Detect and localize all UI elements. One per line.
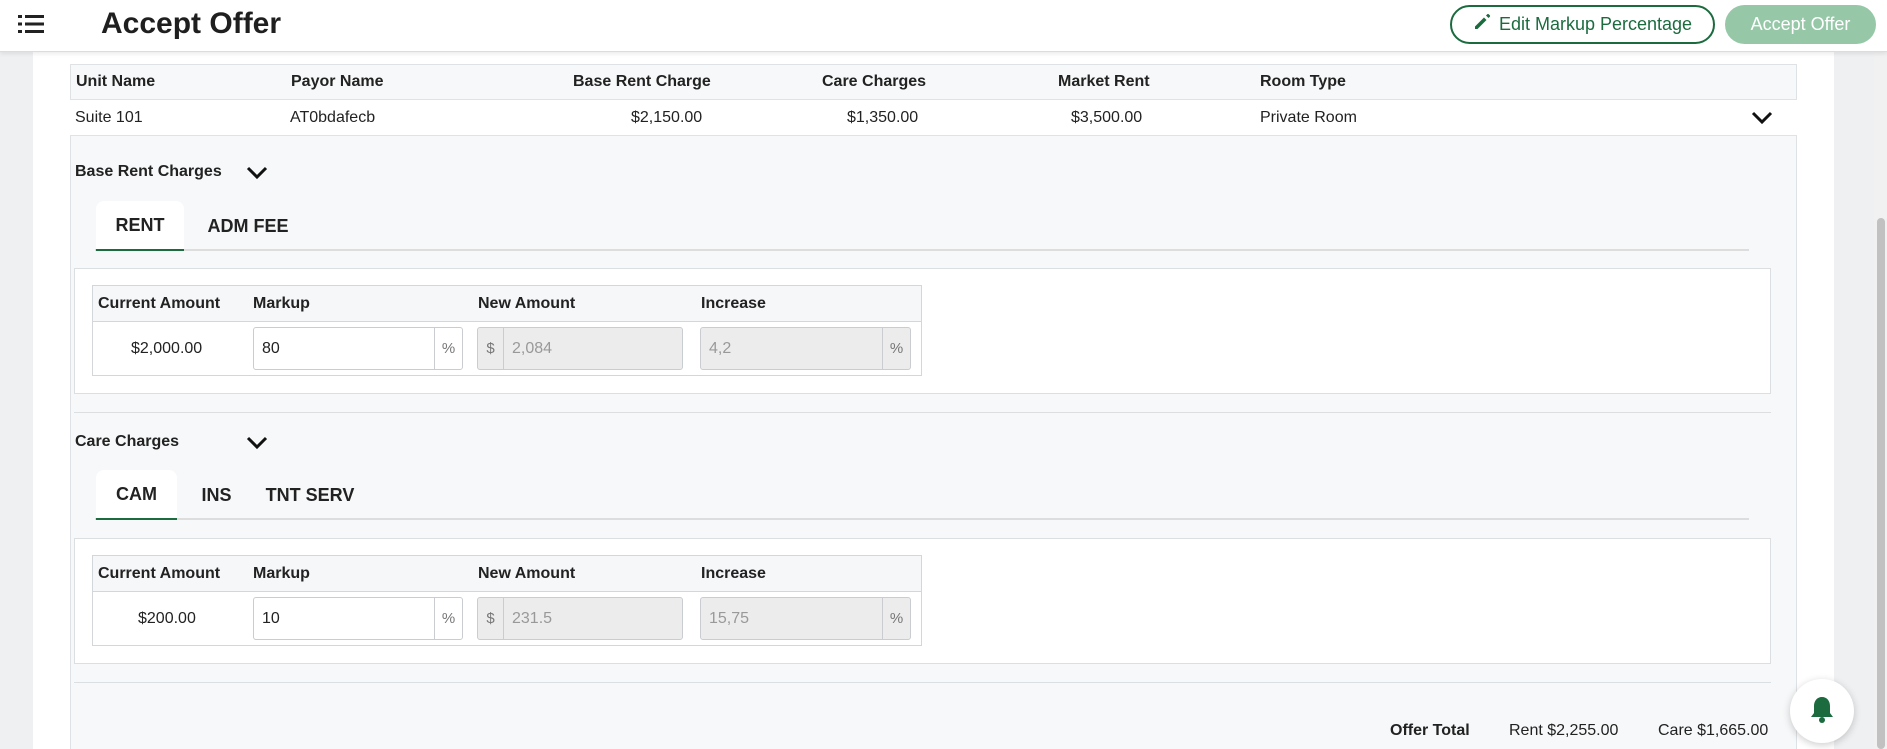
dollar-addon: $ [478,598,504,639]
summary-header-row: Unit Name Payor Name Base Rent Charge Ca… [70,64,1797,100]
unit-name: Suite 101 [75,109,143,126]
care-charges-section-title: Care Charges [75,433,180,450]
new-amount-input-group: $ [477,327,683,370]
col-payor-name: Payor Name [291,73,384,90]
header-increase: Increase [701,295,766,312]
care-charges-markup-table: Current Amount Markup New Amount Increas… [92,555,922,646]
header-new-amount: New Amount [478,565,576,582]
markup-input[interactable] [254,328,434,369]
markup-table-header: Current Amount Markup New Amount Increas… [93,286,921,322]
increase-input [701,598,882,639]
tab-cam[interactable]: CAM [96,470,177,520]
scrollbar-thumb[interactable] [1877,218,1885,749]
percent-addon: % [882,598,910,639]
page-title: Accept Offer [101,7,282,40]
increase-input-group: % [700,597,911,640]
header-markup: Markup [253,565,310,582]
base-rent-section-title: Base Rent Charges [75,163,222,180]
care-charges-card: Current Amount Markup New Amount Increas… [74,538,1771,664]
new-amount-input-group: $ [477,597,683,640]
summary-row[interactable]: Suite 101 AT0bdafecb $2,150.00 $1,350.00… [70,100,1797,136]
edit-markup-percentage-button[interactable]: Edit Markup Percentage [1450,5,1715,44]
markup-input[interactable] [254,598,434,639]
base-rent-markup-table: Current Amount Markup New Amount Increas… [92,285,922,376]
pencil-icon [1473,13,1491,36]
percent-addon: % [434,598,462,639]
room-type: Private Room [1260,109,1357,126]
base-rent-charge: $2,150.00 [631,109,703,126]
section-divider [74,412,1771,413]
menu-list-icon[interactable] [18,12,44,36]
header-markup: Markup [253,295,310,312]
col-market-rent: Market Rent [1058,73,1150,90]
notification-button[interactable] [1790,679,1854,743]
summary-table: Unit Name Payor Name Base Rent Charge Ca… [70,64,1797,136]
col-unit-name: Unit Name [76,73,156,90]
percent-addon: % [882,328,910,369]
increase-input-group: % [700,327,911,370]
offer-total-rent: Rent $2,255.00 [1509,722,1619,739]
chevron-down-icon[interactable] [246,436,268,450]
col-room-type: Room Type [1260,73,1346,90]
header-increase: Increase [701,565,766,582]
bell-icon [1809,695,1835,728]
dollar-addon: $ [478,328,504,369]
increase-input [701,328,882,369]
markup-input-group: % [253,327,463,370]
edit-markup-label: Edit Markup Percentage [1498,14,1693,34]
col-care-charges: Care Charges [822,73,927,90]
header-current-amount: Current Amount [98,565,221,582]
section-divider [74,682,1771,683]
top-bar: Accept Offer Edit Markup Percentage Acce… [0,0,1887,52]
col-base-rent-charge: Base Rent Charge [573,73,711,90]
markup-table-header: Current Amount Markup New Amount Increas… [93,556,921,592]
base-rent-card: Current Amount Markup New Amount Increas… [74,268,1771,394]
chevron-down-icon[interactable] [246,166,268,180]
offer-total-care: Care $1,665.00 [1658,722,1769,739]
tab-ins[interactable]: INS [183,470,250,520]
tab-rent[interactable]: RENT [96,201,184,251]
tab-tnt-serv[interactable]: TNT SERV [255,470,365,520]
markup-input-group: % [253,597,463,640]
percent-addon: % [434,328,462,369]
header-current-amount: Current Amount [98,295,221,312]
new-amount-input [504,598,682,639]
payor-name: AT0bdafecb [290,109,376,126]
offer-total-label: Offer Total [1390,722,1470,739]
current-amount: $200.00 [138,610,196,627]
market-rent: $3,500.00 [1071,109,1143,126]
current-amount: $2,000.00 [131,340,203,357]
care-charges-tabs: CAM INS TNT SERV [95,470,1749,520]
chevron-down-icon[interactable] [1751,111,1773,125]
accept-offer-button[interactable]: Accept Offer [1725,5,1876,44]
tab-adm-fee[interactable]: ADM FEE [190,201,306,251]
new-amount-input [504,328,682,369]
care-charges-value: $1,350.00 [847,109,919,126]
base-rent-tabs: RENT ADM FEE [95,201,1749,251]
header-new-amount: New Amount [478,295,576,312]
